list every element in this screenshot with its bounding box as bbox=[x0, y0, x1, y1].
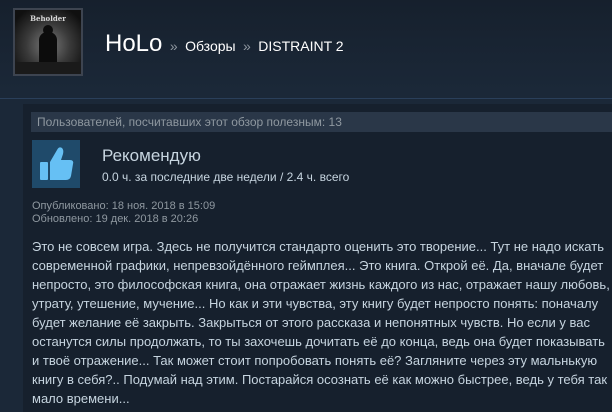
avatar-caption: Beholder bbox=[30, 14, 66, 23]
avatar-ground bbox=[15, 62, 81, 74]
breadcrumb-separator: » bbox=[243, 38, 251, 54]
review-card: Пользователей, посчитавших этот обзор по… bbox=[23, 104, 612, 412]
review-body: Это не совсем игра. Здесь не получится с… bbox=[32, 239, 610, 406]
breadcrumb-game-link[interactable]: DISTRAINT 2 bbox=[258, 38, 343, 54]
playtime: 0.0 ч. за последние две недели / 2.4 ч. … bbox=[102, 170, 350, 184]
published-date: Опубликовано: 18 ноя. 2018 в 15:09 bbox=[32, 200, 216, 212]
header-divider bbox=[0, 98, 612, 99]
avatar-image: Beholder bbox=[15, 10, 81, 74]
breadcrumb-separator: » bbox=[169, 38, 178, 54]
thumbs-up-icon-graphic bbox=[40, 147, 74, 180]
profile-header: Beholder HoLo » Обзоры » DISTRAINT 2 bbox=[0, 0, 612, 92]
helpful-count: Пользователей, посчитавших этот обзор по… bbox=[31, 112, 612, 132]
updated-date: Обновлено: 19 дек. 2018 в 20:26 bbox=[32, 213, 199, 225]
review-dates: Опубликовано: 18 ноя. 2018 в 15:09 Обнов… bbox=[32, 200, 215, 226]
thumbs-up-icon[interactable] bbox=[32, 140, 80, 188]
avatar[interactable]: Beholder bbox=[13, 8, 83, 76]
breadcrumb: HoLo » Обзоры » DISTRAINT 2 bbox=[105, 30, 344, 58]
breadcrumb-reviews-link[interactable]: Обзоры bbox=[185, 38, 236, 54]
recommendation-title[interactable]: Рекомендую bbox=[102, 146, 201, 166]
username-link[interactable]: HoLo bbox=[105, 30, 162, 57]
